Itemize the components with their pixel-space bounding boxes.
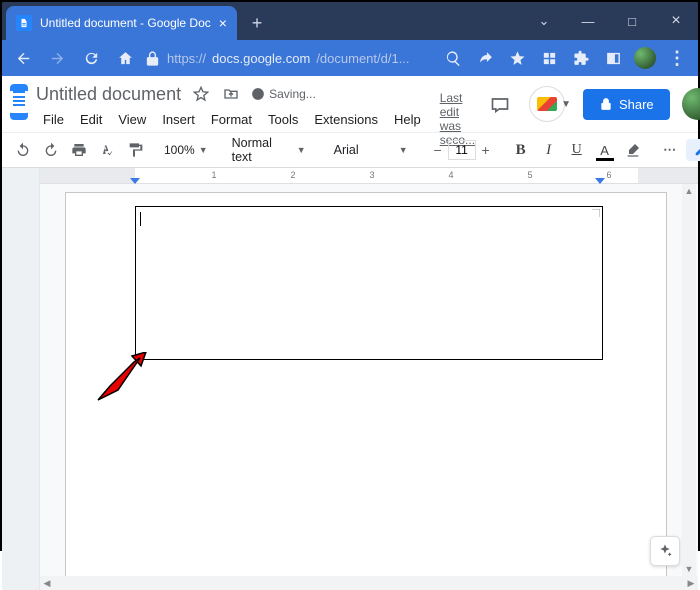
textbox-corner-icon — [592, 209, 600, 217]
ruler-number: 4 — [448, 170, 453, 180]
nav-reload-button[interactable] — [76, 43, 106, 73]
spellcheck-button[interactable] — [94, 137, 120, 163]
ruler-number: 5 — [527, 170, 532, 180]
side-panel-icon[interactable] — [598, 43, 628, 73]
vertical-scrollbar[interactable]: ▲ ▼ — [682, 184, 696, 576]
comment-history-icon[interactable] — [483, 87, 517, 121]
bold-button[interactable]: B — [508, 137, 534, 163]
profile-avatar-icon[interactable] — [630, 43, 660, 73]
menu-extensions[interactable]: Extensions — [307, 109, 385, 130]
font-size-decrease[interactable]: − — [428, 140, 448, 160]
menu-bar: File Edit View Insert Format Tools Exten… — [36, 106, 475, 132]
formatting-toolbar: 100%▼ Normal text▼ Arial▼ − 11 + B I U A… — [2, 132, 698, 168]
docs-logo-icon[interactable] — [10, 84, 28, 120]
left-gutter — [2, 168, 40, 184]
browser-tab[interactable]: Untitled document - Google Doc × — [6, 6, 237, 40]
meet-caret-icon[interactable]: ▼ — [561, 99, 571, 110]
bookmark-icon[interactable] — [502, 43, 532, 73]
document-title[interactable]: Untitled document — [36, 84, 181, 105]
underline-button[interactable]: U — [564, 137, 590, 163]
paint-format-button[interactable] — [122, 137, 148, 163]
url-scheme: https:// — [167, 51, 206, 66]
search-icon[interactable] — [438, 43, 468, 73]
tab-close-icon[interactable]: × — [219, 15, 227, 31]
ruler-number: 1 — [211, 170, 216, 180]
meet-button[interactable] — [529, 86, 565, 122]
nav-home-button[interactable] — [110, 43, 140, 73]
window-controls: ⌄ ― □ × — [522, 2, 698, 40]
window-minimize-button[interactable]: ― — [566, 2, 610, 40]
docs-favicon — [16, 15, 32, 31]
account-avatar[interactable] — [682, 88, 700, 120]
share-page-icon[interactable] — [470, 43, 500, 73]
editor-area: ▲ ▼ — [2, 184, 698, 576]
scroll-left-icon[interactable]: ◀ — [40, 576, 54, 590]
italic-button[interactable]: I — [536, 137, 562, 163]
menu-help[interactable]: Help — [387, 109, 428, 130]
extensions-icon[interactable] — [566, 43, 596, 73]
zoom-select[interactable]: 100%▼ — [160, 143, 212, 157]
star-icon[interactable] — [191, 86, 211, 102]
font-family-select[interactable]: Arial▼ — [326, 143, 416, 157]
lock-icon — [144, 50, 161, 67]
tab-title: Untitled document - Google Doc — [40, 16, 211, 30]
horizontal-ruler[interactable]: 1 2 3 4 5 6 — [40, 168, 698, 184]
explore-button[interactable] — [650, 536, 680, 566]
ruler-number: 2 — [290, 170, 295, 180]
scroll-right-icon[interactable]: ▶ — [684, 576, 698, 590]
menu-insert[interactable]: Insert — [155, 109, 202, 130]
nav-forward-button[interactable] — [42, 43, 72, 73]
scroll-up-icon[interactable]: ▲ — [682, 184, 696, 198]
share-button[interactable]: Share — [583, 89, 670, 120]
text-box[interactable] — [135, 206, 603, 360]
document-canvas[interactable]: ▲ ▼ — [40, 184, 698, 576]
print-button[interactable] — [66, 137, 92, 163]
text-cursor — [140, 212, 141, 226]
move-icon[interactable] — [221, 86, 241, 102]
horizontal-scrollbar[interactable]: ◀ ▶ — [2, 576, 698, 590]
menu-file[interactable]: File — [36, 109, 71, 130]
new-tab-button[interactable]: + — [243, 9, 271, 37]
ruler-area: 1 2 3 4 5 6 — [2, 168, 698, 184]
url-domain: docs.google.com — [212, 51, 310, 66]
more-tools-button[interactable]: ⋯ — [658, 137, 684, 163]
editing-mode-button[interactable]: ▼ — [686, 139, 700, 161]
nav-back-button[interactable] — [8, 43, 38, 73]
menu-tools[interactable]: Tools — [261, 109, 305, 130]
menu-edit[interactable]: Edit — [73, 109, 109, 130]
redo-button[interactable] — [38, 137, 64, 163]
menu-format[interactable]: Format — [204, 109, 259, 130]
url-path: /document/d/1... — [316, 51, 409, 66]
collections-icon[interactable] — [534, 43, 564, 73]
browser-toolbar: https://docs.google.com/document/d/1... … — [2, 40, 698, 76]
font-size-increase[interactable]: + — [476, 140, 496, 160]
undo-button[interactable] — [10, 137, 36, 163]
browser-titlebar: Untitled document - Google Doc × + ⌄ ― □… — [2, 2, 698, 40]
docs-header: Untitled document Saving... File Edit Vi… — [2, 76, 698, 132]
scroll-down-icon[interactable]: ▼ — [682, 562, 696, 576]
window-close-button[interactable]: × — [654, 2, 698, 40]
tabs-dropdown-icon[interactable]: ⌄ — [522, 2, 566, 40]
address-bar[interactable]: https:// docs.google.com/document/d/1... — [144, 50, 434, 67]
font-size-control: − 11 + — [428, 140, 496, 160]
ruler-number: 3 — [369, 170, 374, 180]
window-maximize-button[interactable]: □ — [610, 2, 654, 40]
highlight-color-button[interactable] — [620, 137, 646, 163]
annotation-arrow-icon — [88, 352, 148, 402]
browser-menu-icon[interactable]: ⋮ — [662, 43, 692, 73]
text-color-button[interactable]: A — [592, 137, 618, 163]
menu-view[interactable]: View — [111, 109, 153, 130]
font-size-input[interactable]: 11 — [448, 140, 476, 160]
paragraph-style-select[interactable]: Normal text▼ — [224, 136, 314, 164]
ruler-number: 6 — [606, 170, 611, 180]
saving-status: Saving... — [251, 87, 316, 101]
